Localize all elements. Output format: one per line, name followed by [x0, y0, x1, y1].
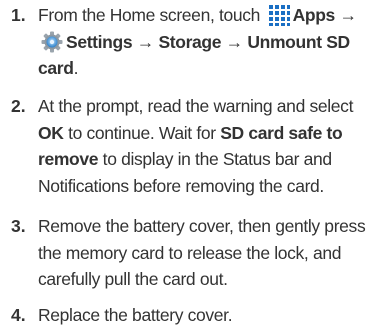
step-text: At the prompt, read the warning and sele…	[38, 93, 374, 199]
settings-gear-icon	[41, 31, 63, 53]
step-text: Replace the battery cover.	[38, 305, 233, 325]
arrow: →	[225, 31, 244, 52]
arrow: →	[339, 5, 357, 25]
step-number: 1.	[11, 5, 26, 25]
step-number: 2.	[11, 96, 26, 116]
storage-label: Storage	[158, 31, 222, 52]
ok-label: OK	[38, 122, 64, 143]
step-text-part: From the Home screen, touch	[38, 5, 261, 25]
settings-label: Settings	[66, 31, 133, 52]
arrow: →	[136, 31, 155, 52]
step-text-part: to continue. Wait for	[63, 122, 221, 143]
step-number: 4.	[11, 305, 26, 325]
step-text: Remove the battery cover, then gently pr…	[38, 216, 366, 289]
apps-label: Apps	[292, 5, 336, 25]
apps-grid-icon	[268, 4, 290, 26]
step-text: From the Home screen, touch Apps → Setti…	[38, 2, 374, 82]
step-text-part: .	[73, 58, 79, 78]
instructions-document: 1. From the Home screen, touch Apps → Se…	[0, 0, 376, 331]
step-text-part: At the prompt, read the warning and sele…	[38, 96, 354, 116]
step-number: 3.	[11, 216, 26, 236]
